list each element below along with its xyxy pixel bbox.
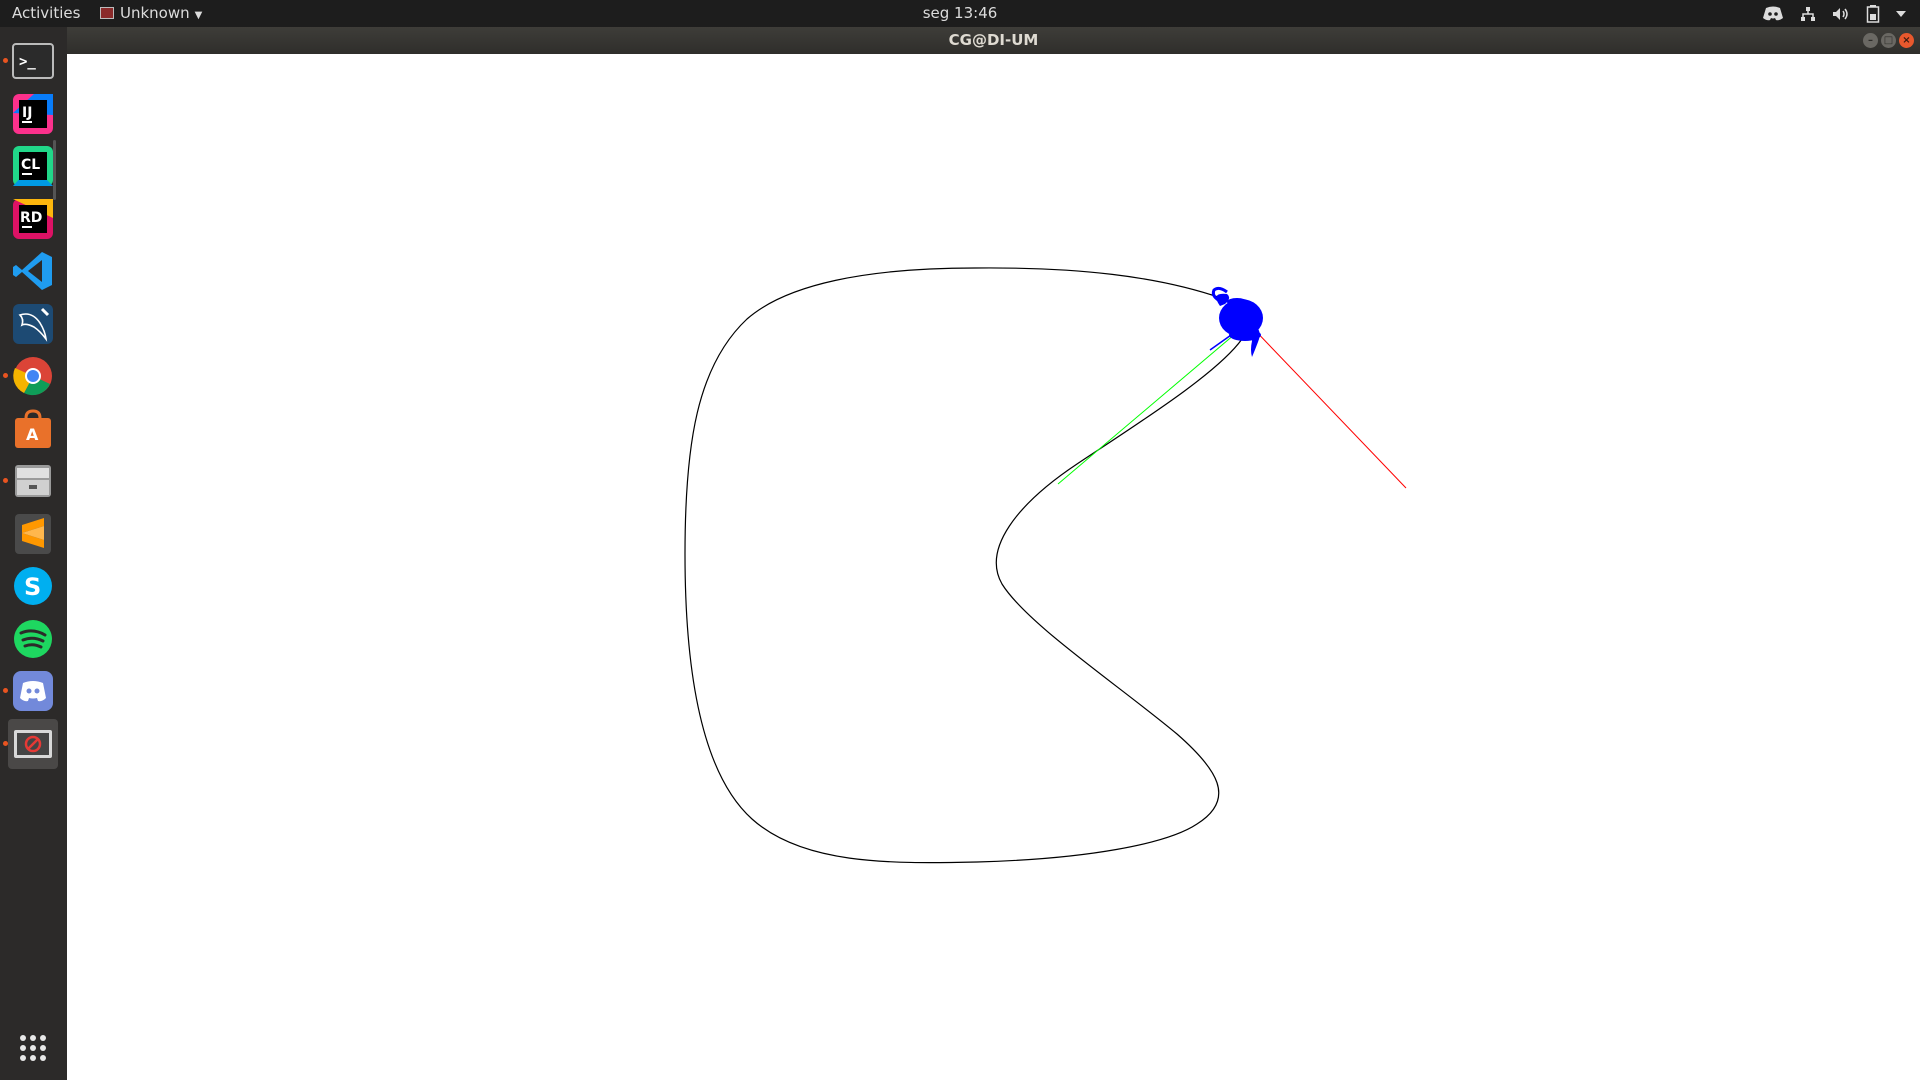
dock: >_ IJ CL RD A S	[0, 27, 67, 1080]
dock-item-intellij-idea[interactable]: IJ	[8, 89, 58, 139]
maximize-icon: □	[1883, 34, 1894, 46]
spotify-icon	[14, 619, 52, 658]
close-button[interactable]: ×	[1899, 33, 1914, 48]
dock-item-software-center[interactable]: A	[8, 404, 58, 454]
clock-label[interactable]: seg 13:46	[923, 4, 998, 22]
activities-button[interactable]: Activities	[12, 0, 80, 27]
network-icon[interactable]	[1800, 6, 1816, 22]
running-indicator	[3, 373, 8, 378]
clion-icon: CL	[13, 146, 53, 186]
dock-item-terminal[interactable]: >_	[8, 36, 58, 86]
volume-icon[interactable]	[1832, 6, 1850, 22]
chevron-down-icon: ▼	[194, 10, 203, 21]
dock-item-rider[interactable]: RD	[8, 194, 58, 244]
catmull-rom-curve	[684, 267, 1247, 864]
dock-item-spotify[interactable]	[8, 614, 58, 664]
activities-label: Activities	[12, 4, 81, 22]
skype-icon: S	[14, 567, 52, 605]
files-icon	[15, 465, 51, 497]
dock-item-files[interactable]	[8, 456, 58, 506]
sublime-text-icon	[15, 513, 51, 554]
x-axis-line	[1247, 322, 1407, 489]
maximize-button[interactable]: □	[1881, 33, 1896, 48]
discord-icon	[13, 671, 53, 711]
dock-item-discord[interactable]	[8, 666, 58, 716]
top-bar: Activities Unknown ▼ seg 13:46	[0, 0, 1920, 27]
grid-icon	[20, 1035, 46, 1061]
running-indicator	[3, 58, 8, 63]
terminal-icon: >_	[12, 43, 54, 79]
svg-text:A: A	[26, 425, 39, 444]
window-title: CG@DI-UM	[948, 31, 1039, 49]
battery-icon[interactable]	[1866, 4, 1880, 23]
svg-text:CL: CL	[21, 157, 40, 173]
window-controls: – □ ×	[1863, 33, 1914, 48]
software-center-icon: A	[15, 408, 51, 448]
show-applications-button[interactable]	[8, 1023, 58, 1073]
minimize-icon: –	[1868, 34, 1873, 46]
svg-text:RD: RD	[20, 210, 42, 226]
clock: seg 13:46	[0, 0, 1920, 27]
svg-text:S: S	[24, 573, 41, 601]
running-indicator	[3, 688, 8, 693]
dock-item-sublime-text[interactable]	[8, 509, 58, 559]
discord-tray-icon[interactable]	[1762, 6, 1784, 22]
running-indicator	[3, 740, 8, 746]
running-indicator	[3, 478, 8, 483]
window-titlebar[interactable]: CG@DI-UM – □ ×	[67, 27, 1920, 54]
y-axis-line	[1057, 322, 1249, 485]
app-menu-label: Unknown	[120, 4, 190, 22]
close-icon: ×	[1902, 34, 1911, 46]
rider-icon: RD	[13, 198, 53, 239]
teapot	[1211, 286, 1263, 357]
mysql-workbench-icon	[13, 303, 53, 344]
dock-item-mysql-workbench[interactable]	[8, 299, 58, 349]
opengl-app-icon	[14, 729, 52, 758]
svg-text:IJ: IJ	[22, 105, 32, 121]
system-tray[interactable]	[1762, 0, 1906, 27]
chrome-icon	[13, 357, 52, 396]
vscode-icon	[13, 252, 52, 290]
minimize-button[interactable]: –	[1863, 33, 1878, 48]
intellij-idea-icon: IJ	[13, 93, 53, 134]
app-menu-button[interactable]: Unknown ▼	[100, 0, 202, 27]
system-menu-caret-icon[interactable]	[1896, 10, 1906, 18]
dock-item-skype[interactable]: S	[8, 561, 58, 611]
opengl-viewport[interactable]	[67, 54, 1920, 1080]
dock-item-clion[interactable]: CL	[8, 141, 58, 191]
app-window-icon	[100, 7, 114, 19]
dock-item-chrome[interactable]	[8, 351, 58, 401]
svg-text:>_: >_	[19, 54, 36, 70]
scene-canvas[interactable]	[67, 54, 1920, 1080]
dock-item-vscode[interactable]	[8, 246, 58, 296]
dock-item-opengl-app[interactable]	[8, 718, 58, 769]
